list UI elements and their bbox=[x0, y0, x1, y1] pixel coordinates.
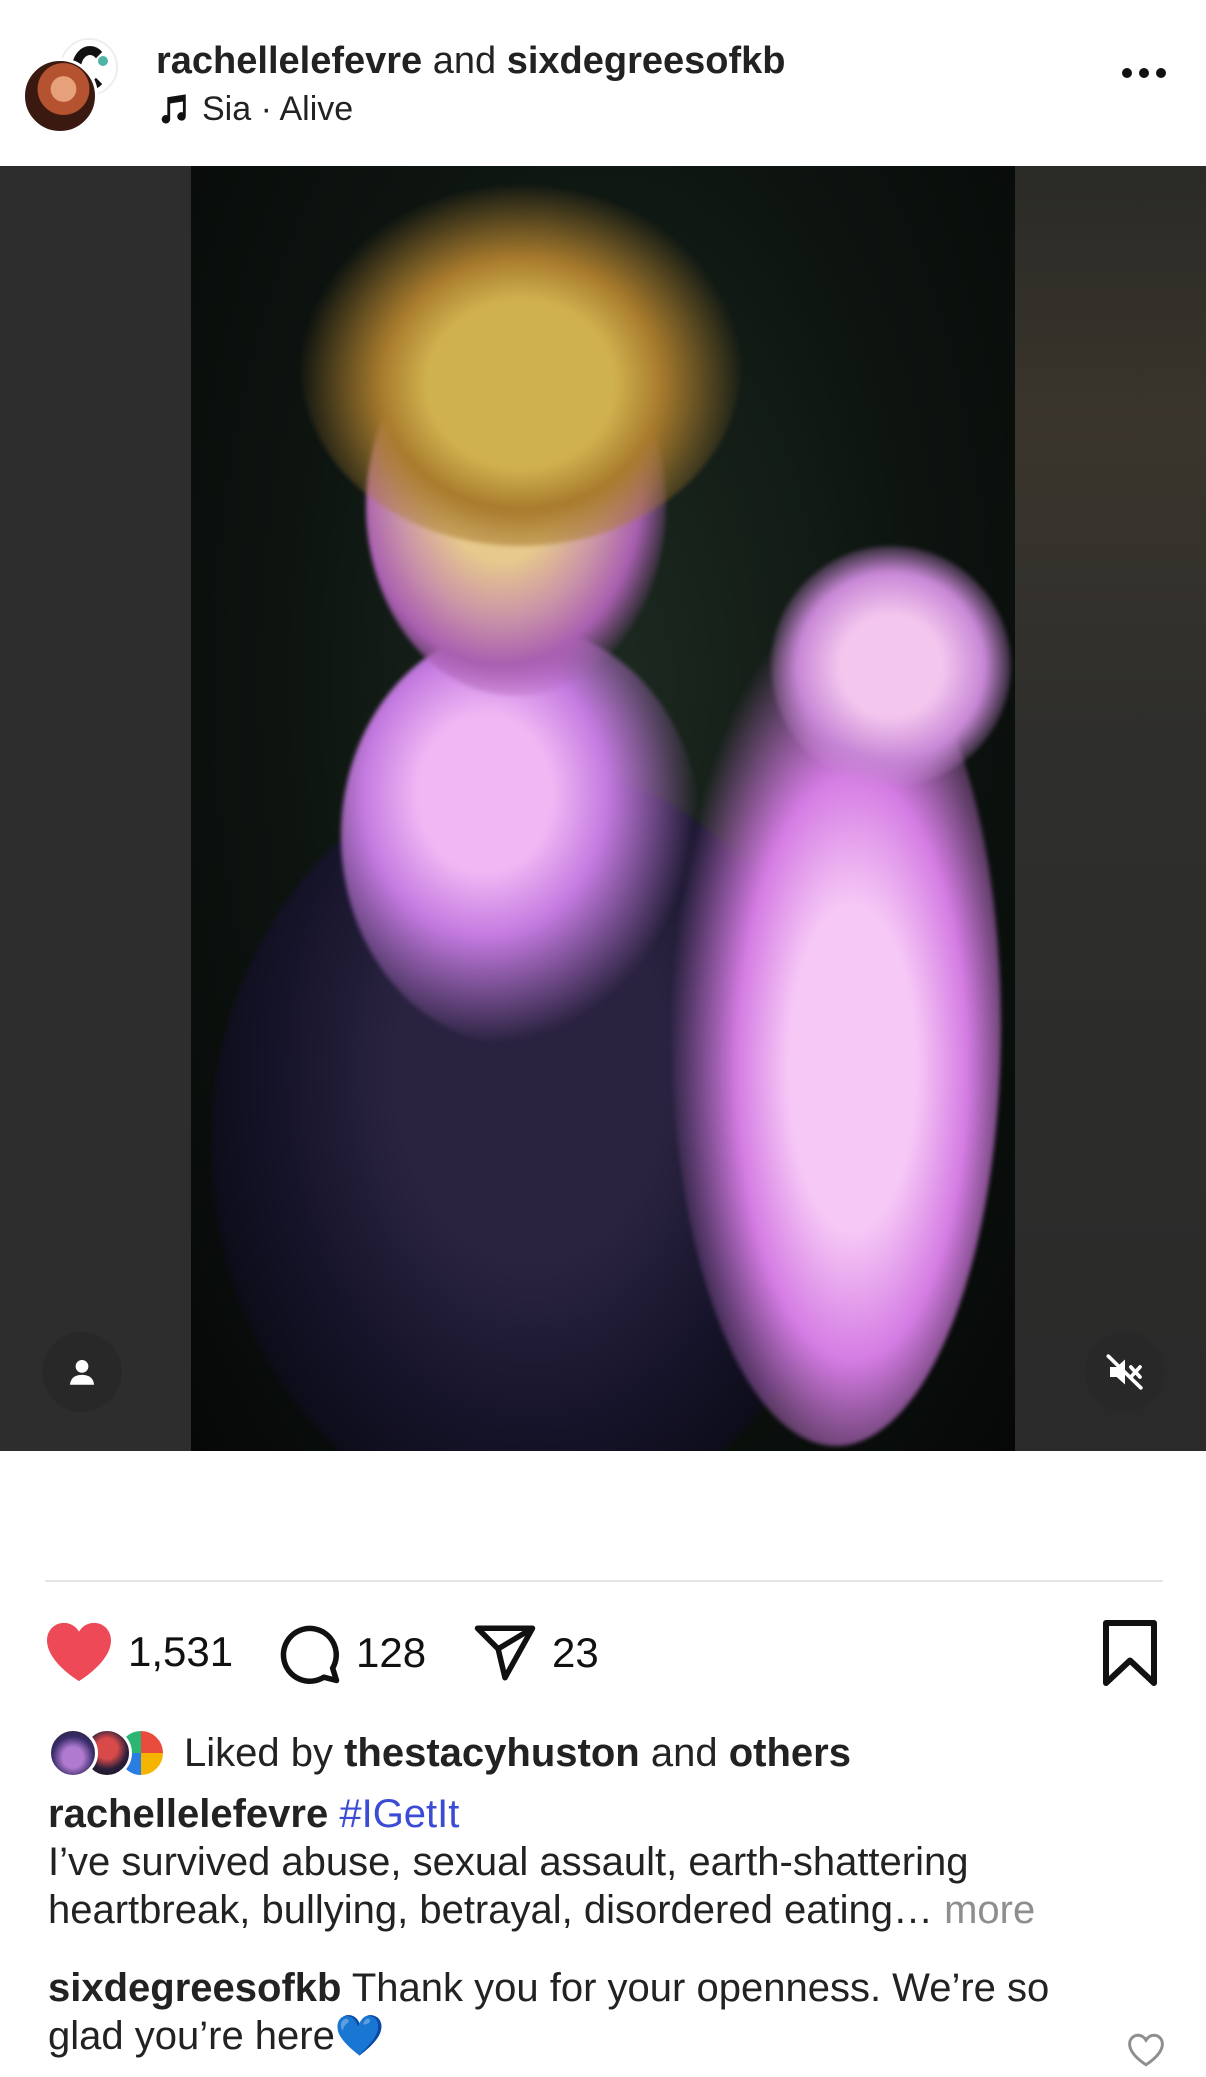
heart-filled-icon bbox=[47, 1622, 111, 1682]
comment-button[interactable]: 128 bbox=[276, 1620, 426, 1686]
post-photo[interactable] bbox=[191, 166, 1015, 1451]
music-note-icon bbox=[161, 93, 186, 123]
author-link-1[interactable]: rachellelefevre bbox=[156, 40, 422, 82]
send-icon bbox=[474, 1625, 536, 1681]
speaker-muted-icon bbox=[1106, 1354, 1143, 1390]
liked-by-user-link[interactable]: thestacyhuston bbox=[344, 1731, 640, 1775]
top-comment: sixdegreesofkb Thank you for your openne… bbox=[48, 1964, 1088, 2060]
post-authors: rachellelefevre and sixdegreesofkb bbox=[156, 40, 786, 83]
like-button[interactable]: 1,531 bbox=[44, 1620, 233, 1684]
caption-text: I’ve survived abuse, sexual assault, ear… bbox=[48, 1840, 969, 1932]
heart-outline-icon bbox=[1128, 2033, 1164, 2067]
caption-author-link[interactable]: rachellelefevre bbox=[48, 1792, 328, 1836]
tagged-users-button[interactable] bbox=[42, 1332, 122, 1412]
liked-by-and: and bbox=[650, 1730, 718, 1775]
post-header: rachellelefevre and sixdegreesofkb Sia ·… bbox=[0, 0, 1206, 166]
audio-title: Sia · Alive bbox=[202, 90, 354, 128]
liked-by-prefix: Liked by bbox=[184, 1730, 333, 1775]
more-options-button[interactable] bbox=[1122, 68, 1166, 78]
liked-by-others-link[interactable]: others bbox=[729, 1731, 851, 1775]
next-media-preview bbox=[1015, 166, 1206, 1451]
more-dot-icon bbox=[1122, 68, 1132, 78]
more-dot-icon bbox=[1139, 68, 1149, 78]
more-dot-icon bbox=[1156, 68, 1166, 78]
share-button[interactable]: 23 bbox=[472, 1620, 599, 1686]
comment-like-button[interactable] bbox=[1126, 2032, 1166, 2073]
photo-region bbox=[771, 546, 1011, 786]
photo-region bbox=[301, 186, 741, 546]
comment-author-link[interactable]: sixdegreesofkb bbox=[48, 1966, 341, 2010]
audio-link[interactable]: Sia · Alive bbox=[156, 90, 353, 129]
caption-more-link[interactable]: more bbox=[944, 1888, 1035, 1932]
bookmark-icon bbox=[1103, 1620, 1157, 1686]
authors-and: and bbox=[432, 40, 497, 82]
user-icon bbox=[69, 1359, 95, 1385]
share-count: 23 bbox=[552, 1629, 599, 1676]
avatar bbox=[48, 1728, 98, 1778]
action-bar: 1,531 128 23 bbox=[0, 1620, 1206, 1690]
comment-icon bbox=[280, 1625, 340, 1684]
logo-dot-icon bbox=[98, 56, 108, 66]
save-button[interactable] bbox=[1100, 1620, 1160, 1691]
like-count[interactable]: 1,531 bbox=[128, 1628, 233, 1676]
media-divider bbox=[45, 1580, 1163, 1582]
collab-avatars[interactable] bbox=[22, 38, 118, 134]
mute-toggle-button[interactable] bbox=[1085, 1332, 1165, 1412]
liked-by-text: Liked by thestacyhuston and others bbox=[184, 1731, 851, 1776]
hashtag-link[interactable]: #IGetIt bbox=[339, 1792, 459, 1836]
comment-count: 128 bbox=[356, 1629, 427, 1676]
post-media[interactable] bbox=[0, 166, 1206, 1451]
liked-by-row[interactable]: Liked by thestacyhuston and others bbox=[48, 1726, 851, 1780]
post-caption: rachellelefevre #IGetIt I’ve survived ab… bbox=[48, 1790, 1128, 1934]
avatar-rachellelefevre[interactable] bbox=[22, 58, 98, 134]
liked-by-avatars bbox=[48, 1726, 178, 1780]
author-link-2[interactable]: sixdegreesofkb bbox=[507, 40, 786, 82]
